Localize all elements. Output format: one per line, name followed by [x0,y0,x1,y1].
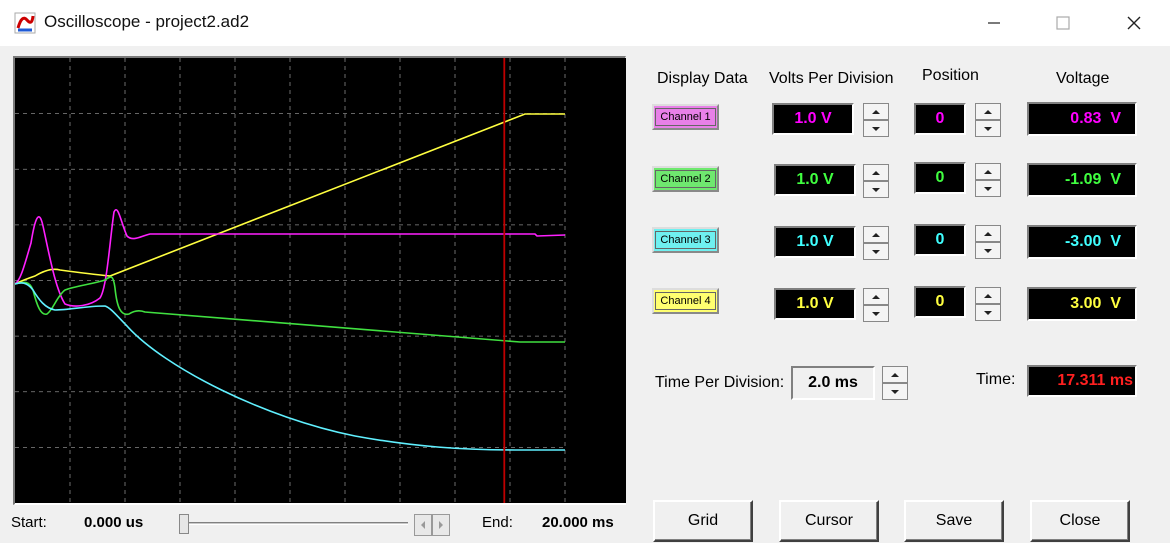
channel-4-volts: 1.0 V [796,295,834,312]
display-data-header: Display Data [657,70,748,87]
channel-2-volts-up-button[interactable] [863,164,889,181]
time-per-division-down-button[interactable] [882,383,908,400]
time-per-division-up-button[interactable] [882,366,908,383]
channel-4-volts-up-button[interactable] [863,288,889,305]
channel-1-position-down-button[interactable] [975,120,1001,137]
title-bar: Oscilloscope - project2.ad2 [0,0,1170,46]
channel-2-label: Channel 2 [655,170,716,188]
channel-2-volts: 1.0 V [796,171,834,188]
channel-1-position: 0 [935,110,945,127]
grid-button-label: Grid [687,512,719,529]
channel-3-voltage: -3.00 V [1064,233,1121,250]
channel-1-volts-up-button[interactable] [863,103,889,120]
channel-1-position-display: 0 [914,103,966,135]
channel-2-button[interactable]: Channel 2 [652,166,719,192]
channel-3-voltage-display: -3.00 V [1027,225,1137,259]
channel-1-volts: 1.0 V [794,110,832,127]
close-window-button[interactable] [1106,0,1162,46]
channel-2-volts-display: 1.0 V [774,164,856,196]
channel-1-voltage: 0.83 V [1070,110,1121,127]
channel-4-button[interactable]: Channel 4 [652,288,719,314]
voltage-header: Voltage [1056,70,1110,87]
cursor-button-label: Cursor [804,512,853,529]
time-per-division-label: Time Per Division: [655,374,785,391]
channel-3-position-spinner [975,225,1001,259]
scroll-right-button[interactable] [432,514,450,536]
channel-3-volts-up-button[interactable] [863,226,889,243]
slider-arrows [414,514,450,536]
time-range-slider[interactable] [176,511,450,537]
channel-1-volts-down-button[interactable] [863,120,889,137]
channel-2-position-down-button[interactable] [975,180,1001,197]
channel-3-volts-down-button[interactable] [863,243,889,260]
channel-3-position: 0 [935,231,945,248]
save-button[interactable]: Save [904,500,1004,542]
time-label: Time: [976,371,1016,388]
channel-3-button[interactable]: Channel 3 [652,227,719,253]
channel-4-voltage-display: 3.00 V [1027,287,1137,321]
channel-4-position-up-button[interactable] [975,287,1001,304]
close-button[interactable]: Close [1030,500,1130,542]
start-value: 0.000 us [84,514,144,531]
channel-1-button[interactable]: Channel 1 [652,104,719,130]
channel-1-volts-display: 1.0 V [772,103,854,135]
channel-4-position-display: 0 [914,286,966,318]
scope-plot [15,58,626,505]
channel-4-label: Channel 4 [655,292,716,310]
window-title: Oscilloscope - project2.ad2 [44,12,250,31]
minimize-button[interactable] [966,0,1022,46]
channel-3-position-up-button[interactable] [975,225,1001,242]
save-button-label: Save [935,512,973,529]
scope-display [13,56,626,505]
cursor-button[interactable]: Cursor [779,500,879,542]
end-value: 20.000 ms [542,514,614,531]
close-button-label: Close [1059,512,1101,529]
time-display: 17.311 ms [1027,365,1137,397]
channel-4-volts-down-button[interactable] [863,305,889,322]
channel-1-volts-spinner [863,103,889,137]
time-per-division-display: 2.0 ms [791,366,875,400]
channel-4-position: 0 [935,293,945,310]
channel-4-position-down-button[interactable] [975,304,1001,321]
channel-3-volts: 1.0 V [796,233,834,250]
position-header: Position [922,67,979,84]
channel-3-position-display: 0 [914,224,966,256]
scroll-left-button[interactable] [414,514,432,536]
channel-2-position-display: 0 [914,162,966,194]
channel-1-position-spinner [975,103,1001,137]
end-label: End: [482,514,513,531]
grid-button[interactable]: Grid [653,500,753,542]
channel-3-position-down-button[interactable] [975,242,1001,259]
channel-2-position-spinner [975,163,1001,197]
channel-3-volts-spinner [863,226,889,260]
channel-2-position-up-button[interactable] [975,163,1001,180]
start-label: Start: [11,514,47,531]
channel-1-label: Channel 1 [655,108,716,126]
channel-2-voltage: -1.09 V [1064,171,1121,188]
channel-2-volts-down-button[interactable] [863,181,889,198]
time-value: 17.311 ms [1057,372,1133,389]
channel-4-volts-spinner [863,288,889,322]
app-logo-icon [14,12,36,34]
maximize-button[interactable] [1035,0,1091,46]
channel-2-volts-spinner [863,164,889,198]
volts-per-division-header: Volts Per Division [769,70,894,87]
channel-2-voltage-display: -1.09 V [1027,163,1137,197]
channel-3-volts-display: 1.0 V [774,226,856,258]
channel-1-position-up-button[interactable] [975,103,1001,120]
slider-thumb[interactable] [179,514,189,534]
slider-track [184,522,408,525]
channel-1-voltage-display: 0.83 V [1027,102,1137,136]
channel-4-volts-display: 1.0 V [774,288,856,320]
time-per-division-value: 2.0 ms [808,374,858,391]
channel-2-position: 0 [935,169,945,186]
time-per-division-spinner [882,366,908,400]
channel-4-position-spinner [975,287,1001,321]
channel-3-label: Channel 3 [655,231,716,249]
channel-4-voltage: 3.00 V [1070,295,1121,312]
